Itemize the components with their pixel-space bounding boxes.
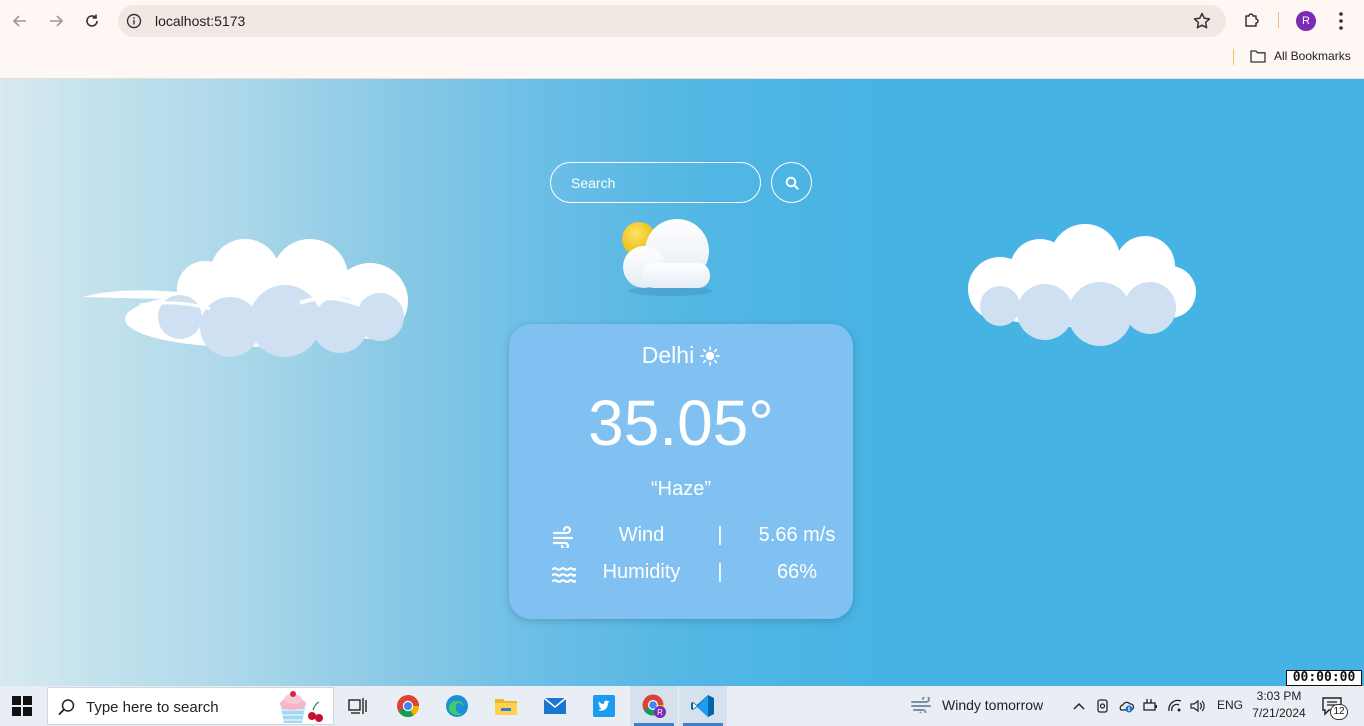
taskbar-search-box[interactable]: Type here to search — [47, 687, 334, 725]
file-explorer-taskbar-app[interactable] — [482, 686, 530, 726]
taskbar-search-placeholder: Type here to search — [86, 699, 219, 716]
temperature-value: 35.05° — [588, 387, 774, 459]
partly-cloudy-icon — [622, 219, 712, 296]
forward-button[interactable] — [44, 9, 68, 33]
extensions-puzzle-icon[interactable] — [1242, 10, 1262, 30]
chrome-profile-taskbar-app[interactable]: R — [630, 686, 678, 726]
forward-arrow-icon — [50, 15, 64, 27]
cupcake-search-highlight-icon — [280, 691, 323, 723]
weather-card: Delhi 35.05° “Haze” Wind | 5.66 m/s Humi… — [509, 324, 853, 619]
volume-icon[interactable] — [1190, 698, 1206, 714]
browser-chrome: localhost:5173 R All Bookmarks — [0, 0, 1364, 79]
city-row: Delhi — [509, 342, 853, 369]
bookmark-star-icon[interactable] — [1192, 11, 1212, 31]
folder-icon — [1250, 50, 1266, 63]
chrome-profile-icon: R — [642, 694, 666, 718]
bookmarks-divider — [1233, 49, 1234, 65]
site-info-icon[interactable] — [126, 13, 142, 29]
reload-icon — [86, 14, 98, 27]
onedrive-icon[interactable] — [1118, 698, 1134, 714]
chevron-up-icon[interactable] — [1071, 698, 1087, 714]
wind-separator: | — [717, 524, 723, 546]
chrome-taskbar-app[interactable] — [384, 686, 432, 726]
meet-now-icon[interactable] — [1095, 698, 1111, 714]
twitter-taskbar-app[interactable] — [580, 686, 628, 726]
edge-taskbar-app[interactable] — [433, 686, 481, 726]
clock-time: 3:03 PM — [1256, 689, 1302, 703]
wifi-icon[interactable] — [1167, 698, 1183, 714]
language-indicator[interactable]: ENG — [1217, 698, 1243, 712]
wind-label: Wind — [618, 524, 665, 546]
notification-count-badge: 12 — [1330, 704, 1348, 720]
wind-row: Wind | 5.66 m/s — [509, 524, 853, 550]
back-arrow-icon — [12, 15, 26, 27]
address-bar[interactable]: localhost:5173 — [118, 5, 1226, 37]
windy-weather-icon — [911, 697, 931, 713]
browser-menu-icon[interactable] — [1333, 10, 1349, 32]
all-bookmarks-label: All Bookmarks — [1274, 49, 1351, 63]
windows-taskbar: Type here to search R Windy tomorrow ENG… — [0, 686, 1364, 726]
wind-icon — [552, 526, 574, 548]
search-button[interactable] — [771, 162, 812, 203]
recording-timer: 00:00:00 — [1286, 670, 1362, 686]
twitter-icon — [593, 695, 615, 717]
edge-icon — [446, 695, 468, 717]
humidity-label: Humidity — [602, 561, 681, 583]
all-bookmarks-button[interactable]: All Bookmarks — [1250, 49, 1351, 63]
back-button[interactable] — [8, 9, 32, 33]
url-text[interactable]: localhost:5173 — [155, 13, 245, 29]
weather-description: “Haze” — [650, 478, 711, 500]
taskbar-clock[interactable]: 3:03 PM 7/21/2024 — [1247, 688, 1311, 722]
toolbar-divider — [1278, 12, 1279, 28]
cloud-right-decoration — [968, 224, 1196, 346]
mail-taskbar-app[interactable] — [531, 686, 579, 726]
windows-start-icon[interactable] — [12, 696, 32, 716]
taskbar-weather-widget[interactable]: Windy tomorrow — [910, 697, 1043, 713]
sun-icon — [700, 345, 721, 366]
wind-value: 5.66 m/s — [758, 524, 836, 546]
profile-avatar[interactable]: R — [1296, 11, 1316, 31]
vscode-taskbar-app[interactable] — [679, 686, 727, 726]
humidity-icon — [552, 567, 576, 583]
city-name: Delhi — [641, 342, 695, 368]
humidity-separator: | — [717, 561, 723, 583]
mail-icon — [543, 697, 567, 714]
taskbar-search-icon — [58, 699, 75, 715]
file-explorer-icon — [495, 699, 517, 715]
weather-app-page: Delhi 35.05° “Haze” Wind | 5.66 m/s — [0, 79, 1364, 686]
search-icon — [785, 176, 799, 190]
vscode-icon — [691, 695, 714, 717]
humidity-row: Humidity | 66% — [509, 561, 853, 587]
weather-widget-text: Windy tomorrow — [942, 697, 1044, 713]
reload-button[interactable] — [80, 9, 104, 33]
battery-plug-icon[interactable] — [1143, 698, 1159, 714]
humidity-value: 66% — [776, 561, 818, 583]
cloud-left-decoration — [83, 239, 408, 357]
svg-text:R: R — [657, 708, 663, 717]
clock-date: 7/21/2024 — [1252, 706, 1306, 720]
chrome-icon — [397, 695, 419, 717]
city-search-input[interactable] — [550, 162, 761, 203]
task-view-icon — [348, 698, 367, 714]
task-view-button[interactable] — [334, 686, 382, 726]
